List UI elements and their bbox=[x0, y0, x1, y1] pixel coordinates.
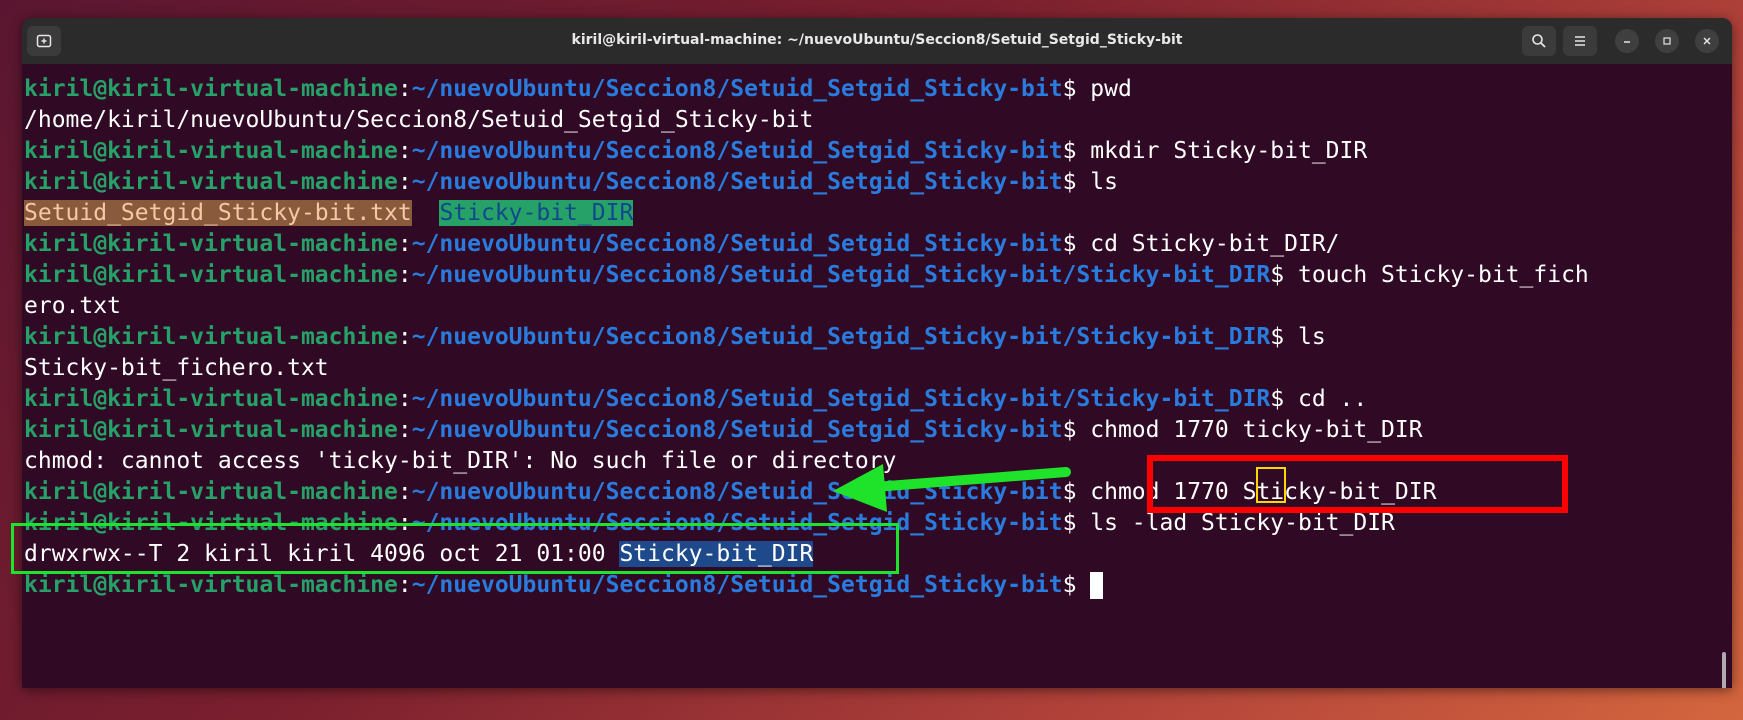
ls-file-entry: Setuid_Setgid_Sticky-bit.txt bbox=[24, 200, 412, 226]
terminal-area[interactable]: kiril@kiril-virtual-machine:~/nuevoUbunt… bbox=[22, 64, 1732, 688]
terminal-line: kiril@kiril-virtual-machine:~/nuevoUbunt… bbox=[24, 386, 1368, 412]
title-bar: kiril@kiril-virtual-machine: ~/nuevoUbun… bbox=[22, 18, 1732, 64]
terminal-line: kiril@kiril-virtual-machine:~/nuevoUbunt… bbox=[24, 138, 1368, 164]
menu-button[interactable] bbox=[1563, 26, 1597, 56]
terminal-line: Setuid_Setgid_Sticky-bit.txt Sticky-bit_… bbox=[24, 198, 1589, 229]
terminal-line: kiril@kiril-virtual-machine:~/nuevoUbunt… bbox=[24, 76, 1132, 102]
hamburger-menu-icon bbox=[1575, 36, 1585, 46]
window-title: kiril@kiril-virtual-machine: ~/nuevoUbun… bbox=[571, 32, 1183, 48]
terminal-line: kiril@kiril-virtual-machine:~/nuevoUbunt… bbox=[24, 324, 1326, 350]
close-icon bbox=[1703, 37, 1711, 45]
terminal-line: ero.txt bbox=[24, 293, 121, 319]
terminal-line: drwxrwx--T 2 kiril kiril 4096 oct 21 01:… bbox=[24, 541, 814, 567]
ls-dir-entry: Sticky-bit_DIR bbox=[439, 200, 634, 226]
terminal-window: kiril@kiril-virtual-machine: ~/nuevoUbun… bbox=[22, 18, 1732, 688]
text-cursor bbox=[1090, 572, 1104, 599]
maximize-icon bbox=[1663, 37, 1671, 45]
search-button[interactable] bbox=[1522, 26, 1556, 56]
terminal-line: kiril@kiril-virtual-machine:~/nuevoUbunt… bbox=[24, 479, 1437, 505]
terminal-line: /home/kiril/nuevoUbuntu/Seccion8/Setuid_… bbox=[24, 107, 814, 133]
terminal-line: kiril@kiril-virtual-machine:~/nuevoUbunt… bbox=[24, 417, 1423, 443]
close-button[interactable] bbox=[1695, 29, 1719, 53]
terminal-line: kiril@kiril-virtual-machine:~/nuevoUbunt… bbox=[24, 510, 1395, 536]
terminal-line: kiril@kiril-virtual-machine:~/nuevoUbunt… bbox=[24, 231, 1340, 257]
scrollbar-thumb[interactable] bbox=[1722, 652, 1726, 688]
terminal-line: kiril@kiril-virtual-machine:~/nuevoUbunt… bbox=[24, 570, 1589, 601]
terminal-line: Sticky-bit_fichero.txt bbox=[24, 355, 329, 381]
terminal-line: kiril@kiril-virtual-machine:~/nuevoUbunt… bbox=[24, 262, 1589, 288]
terminal-line: chmod: cannot access 'ticky-bit_DIR': No… bbox=[24, 448, 897, 474]
minimize-icon bbox=[1624, 41, 1630, 43]
minimize-button[interactable] bbox=[1615, 29, 1639, 53]
selected-dir-name: Sticky-bit_DIR bbox=[619, 541, 814, 567]
terminal-line: kiril@kiril-virtual-machine:~/nuevoUbunt… bbox=[24, 169, 1118, 195]
maximize-button[interactable] bbox=[1655, 29, 1679, 53]
search-icon bbox=[1532, 34, 1546, 48]
